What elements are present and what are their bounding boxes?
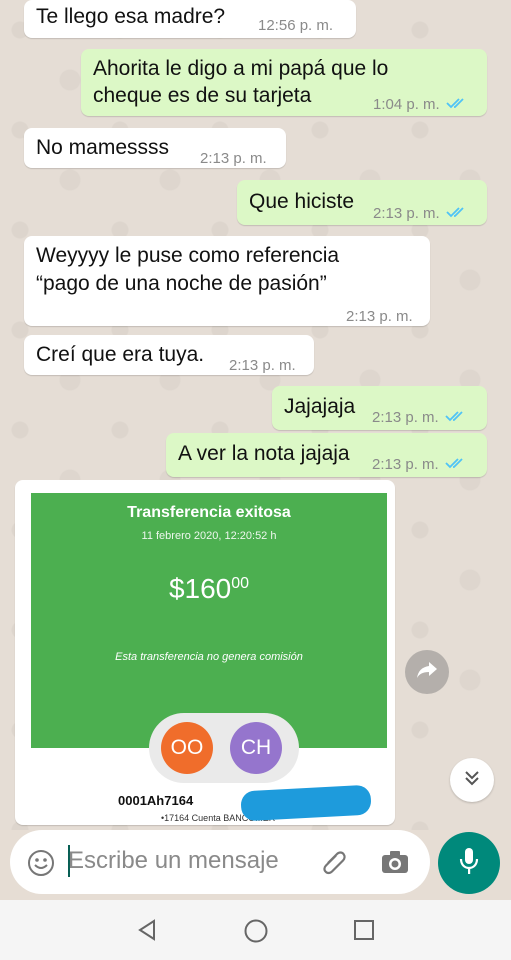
receipt-amount: $16000 [168, 573, 250, 604]
message-time: 12:56 p. m. [258, 17, 334, 34]
message-composer[interactable]: Escribe un mensaje [10, 830, 430, 894]
message-outgoing[interactable]: Ahorita le digo a mi papá que lo cheque … [81, 49, 487, 116]
avatar-recipient: CH [230, 722, 282, 774]
message-text: No mamessss [36, 136, 170, 159]
avatar-sender: OO [161, 722, 213, 774]
read-ticks-icon [445, 451, 467, 479]
message-incoming[interactable]: Weyyyy le puse como referencia “pago de … [24, 236, 430, 326]
camera-icon[interactable] [380, 848, 410, 881]
message-text: Que hiciste [249, 190, 355, 213]
message-text-line: Weyyyy le puse como referencia [36, 244, 340, 267]
receipt-header: Transferencia exitosa 11 febrero 2020, 1… [31, 493, 387, 748]
recents-square-icon[interactable] [352, 918, 376, 947]
message-time: 2:13 p. m. [372, 451, 467, 479]
read-ticks-icon [445, 404, 467, 432]
message-outgoing[interactable]: A ver la nota jajaja 2:13 p. m. [166, 433, 487, 477]
message-input[interactable]: Escribe un mensaje [68, 847, 279, 875]
read-ticks-icon [446, 200, 468, 228]
double-chevron-down-icon [463, 769, 481, 792]
share-icon [415, 660, 439, 685]
system-navigation-bar [0, 900, 511, 960]
message-time: 2:13 p. m. [200, 150, 267, 167]
message-time: 2:13 p. m. [372, 404, 467, 432]
read-ticks-icon [446, 91, 468, 119]
message-outgoing[interactable]: Jajajaja 2:13 p. m. [272, 386, 487, 430]
receipt-note: Esta transferencia no genera comisión [115, 651, 303, 663]
message-time: 1:04 p. m. [373, 91, 468, 119]
redaction-scribble [240, 784, 372, 822]
message-incoming[interactable]: Te llego esa madre? 12:56 p. m. [24, 0, 356, 38]
message-text-line: Ahorita le digo a mi papá que lo [93, 57, 389, 80]
message-time: 2:13 p. m. [346, 308, 413, 325]
receipt-title: Transferencia exitosa [127, 504, 291, 521]
image-message[interactable]: Transferencia exitosa 11 febrero 2020, 1… [15, 480, 395, 825]
message-incoming[interactable]: No mamessss 2:13 p. m. [24, 128, 286, 168]
message-time: 2:13 p. m. [373, 200, 468, 228]
paperclip-icon[interactable] [320, 848, 348, 881]
message-text: Te llego esa madre? [36, 5, 226, 28]
home-circle-icon[interactable] [243, 918, 269, 949]
emoji-icon[interactable] [26, 848, 56, 883]
mic-button[interactable] [438, 832, 500, 894]
transfer-receipt-image[interactable]: Transferencia exitosa 11 febrero 2020, 1… [31, 493, 387, 823]
receipt-date: 11 febrero 2020, 12:20:52 h [141, 530, 277, 542]
message-time: 2:13 p. m. [229, 357, 296, 374]
message-text: Creí que era tuya. [36, 343, 205, 366]
message-text-line: cheque es de su tarjeta [93, 84, 312, 107]
scroll-to-bottom-button[interactable] [450, 758, 494, 802]
message-text-line: “pago de una noche de pasión” [36, 272, 327, 295]
forward-button[interactable] [405, 650, 449, 694]
message-text: A ver la nota jajaja [178, 442, 350, 465]
back-triangle-icon[interactable] [135, 918, 159, 947]
message-incoming[interactable]: Creí que era tuya. 2:13 p. m. [24, 335, 314, 375]
message-outgoing[interactable]: Que hiciste 2:13 p. m. [237, 180, 487, 225]
message-text: Jajajaja [284, 395, 356, 418]
mic-icon [458, 846, 480, 881]
